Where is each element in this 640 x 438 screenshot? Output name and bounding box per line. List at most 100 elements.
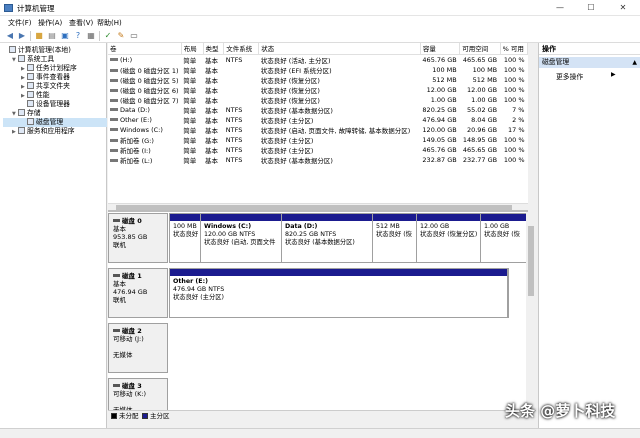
tree-item[interactable]: ▼ 存储 [3,109,107,118]
partition-block[interactable]: Data (D:) 820.25 GB NTFS 状态良好 (基本数据分区) [282,214,373,263]
table-row[interactable]: (H:) 简单 基本 NTFS 状态良好 (活动, 主分区) 465.76 GB 465.6… [108,54,528,65]
check-icon[interactable]: ✓ [103,31,113,41]
table-cell: 100 % [503,145,525,154]
tree-item[interactable]: ▶ 性能 [3,91,107,100]
close-button[interactable]: ✕ [612,0,634,16]
volume-icon [110,138,118,142]
table-cell: 100 % [503,135,525,144]
table-cell: 1.00 GB [471,95,498,104]
table-row[interactable]: (磁盘 0 磁盘分区 6) 简单 基本 状态良好 (恢复分区) 12.00 GB 12.0… [108,85,528,95]
tree-item-label: 系统工具 [27,55,55,63]
tree-item-label: 设备管理器 [36,100,70,108]
tree-item[interactable]: ▼ 系统工具 [3,55,107,64]
tree-item[interactable]: ▶ 事件查看器 [3,73,107,82]
disk-info: 基本 [113,280,126,288]
column-header[interactable]: 状态 [258,43,421,55]
column-header[interactable]: 容量 [420,43,461,55]
partition-line: 状态良好 (恢复分区) [420,231,478,238]
disk-label[interactable]: 磁盘 0 基本 953.85 GB 联机 [108,213,168,263]
disk-label[interactable]: 磁盘 1 基本 476.94 GB 联机 [108,268,168,318]
caret-up-icon: ▲ [632,59,637,66]
forward-arrow-icon[interactable]: ▶ [17,31,27,41]
table-row[interactable]: Windows (C:) 简单 基本 NTFS 状态良好 (启动, 页面文件, 故障转储… [108,125,528,135]
vertical-scrollbar[interactable] [526,212,536,410]
table-row[interactable]: 新加卷 (I:) 简单 基本 NTFS 状态良好 (主分区) 465.76 GB 465.6… [108,145,528,155]
partition-strip: 100 MB 状态良好 Windows (C:) 120.00 GB NTFS 状态良好… [169,213,526,263]
tree-item[interactable]: ▶ 服务和应用程序 [3,127,107,136]
tree-item[interactable]: ▶ 共享文件夹 [3,82,107,91]
scrollbar-thumb[interactable] [528,226,534,296]
partition-block[interactable]: 1.00 GB 状态良好 (恢 [481,214,526,263]
action-more-actions[interactable]: 更多操作 ▶ [556,71,616,81]
table-cell: 状态良好 (恢复分区) [260,76,320,85]
partition-block[interactable]: Windows (C:) 120.00 GB NTFS 状态良好 (启动, 页面文件 [201,214,282,263]
table-cell: 465.65 GB [462,145,498,154]
back-arrow-icon[interactable]: ◀ [5,31,15,41]
partition-block[interactable]: 100 MB 状态良好 [170,214,201,263]
partition-line: 状态良好 (恢 [376,231,412,238]
partition-bar [170,214,200,221]
partition-block[interactable]: 12.00 GB 状态良好 (恢复分区) [417,214,481,263]
disk-info: 476.94 GB [113,288,148,296]
partition-info: Other (E:) 476.94 GB NTFS 状态良好 (主分区) [173,278,224,302]
table-cell: 状态良好 (主分区) [260,146,314,155]
partition-block[interactable]: Other (E:) 476.94 GB NTFS 状态良好 (主分区) [170,269,508,318]
column-header[interactable]: % 可用 [500,43,529,55]
table-row[interactable]: (磁盘 0 磁盘分区 1) 简单 基本 状态良好 (EFI 系统分区) 100 MB 10… [108,65,528,75]
volume-icon [110,148,118,152]
list-icon[interactable]: ▦ [86,31,96,41]
table-cell: 12.00 GB [426,85,457,94]
menu-file[interactable]: 文件(F) [8,18,32,28]
table-cell: 基本 [205,126,219,135]
table-cell: 100 % [503,65,525,74]
properties-icon[interactable]: ▣ [60,31,70,41]
tree-item[interactable]: 计算机管理(本地) [3,46,107,55]
column-header[interactable]: 可用空间 [459,43,501,55]
window-title: 计算机管理 [17,4,55,13]
table-row[interactable]: 新加卷 (G:) 简单 基本 NTFS 状态良好 (主分区) 149.05 GB 148.9… [108,135,528,145]
column-header[interactable]: 文件系统 [223,43,260,55]
column-header[interactable]: 类型 [203,43,225,55]
table-cell: 476.94 GB [422,115,457,124]
table-cell: NTFS [225,105,243,114]
table-cell [224,65,259,75]
table-cell: (磁盘 0 磁盘分区 7) [108,95,181,105]
horizontal-scrollbar[interactable] [108,203,528,210]
table-row[interactable]: 新加卷 (L:) 简单 基本 NTFS 状态良好 (基本数据分区) 232.87 GB 23… [108,155,528,165]
disk-name: 磁盘 3 [113,382,163,390]
table-cell: (磁盘 0 磁盘分区 1) [108,65,181,75]
volume-icon [110,158,118,162]
table-row[interactable]: (磁盘 0 磁盘分区 7) 简单 基本 状态良好 (恢复分区) 1.00 GB 1.00 … [108,95,528,105]
volume-icon [110,68,118,72]
table-cell: 149.05 GB [422,135,457,144]
table-cell: 100 % [503,75,525,84]
new-window-icon[interactable]: ▭ [129,31,139,41]
help-icon[interactable]: ? [73,31,83,41]
partition-line: 1.00 GB [484,223,510,230]
action-disk-management[interactable]: 磁盘管理 ▲ [539,57,640,68]
partition-line: 120.00 GB NTFS [204,231,256,238]
partition-block[interactable]: 512 MB 状态良好 (恢 [373,214,417,263]
maximize-button[interactable]: ☐ [580,0,602,16]
table-cell: 512 MB [432,75,457,84]
menu-action[interactable]: 操作(A) [38,18,62,28]
table-cell: 状态良好 (主分区) [260,116,314,125]
tree-item[interactable]: 磁盘管理 [3,118,107,127]
disk-label[interactable]: 磁盘 3 可移动 (K:) 无媒体 [108,378,168,410]
table-row[interactable]: Data (D:) 简单 基本 NTFS 状态良好 (基本数据分区) 820.25 GB 5… [108,105,528,115]
partition-bar [282,214,372,221]
column-header[interactable]: 布局 [181,43,204,55]
column-header[interactable]: 卷 [108,43,182,55]
show-tree-icon[interactable]: ▤ [47,31,57,41]
menu-help[interactable]: 帮助(H) [97,18,122,28]
tree-item[interactable]: ▶ 任务计划程序 [3,64,107,73]
export-icon[interactable]: ✎ [116,31,126,41]
disk-label[interactable]: 磁盘 2 可移动 (J:) 无媒体 [108,323,168,373]
up-folder-icon[interactable]: ■ [34,31,44,41]
table-row[interactable]: (磁盘 0 磁盘分区 5) 简单 基本 状态良好 (恢复分区) 512 MB 512 MB… [108,75,528,85]
table-row[interactable]: Other (E:) 简单 基本 NTFS 状态良好 (主分区) 476.94 GB 8.0… [108,115,528,125]
menu-view[interactable]: 查看(V) [69,18,93,28]
minimize-button[interactable]: — [549,0,571,16]
tree-item[interactable]: 设备管理器 [3,100,107,109]
volume-icon [110,78,118,82]
